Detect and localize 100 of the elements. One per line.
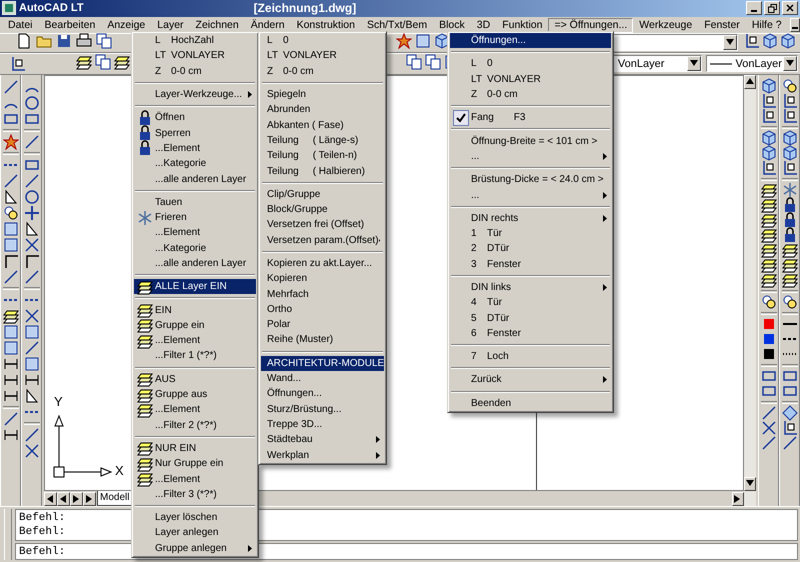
cube-icon[interactable]: [762, 33, 778, 50]
layers-icon[interactable]: [136, 317, 152, 334]
triangle-icon[interactable]: [24, 220, 40, 237]
menu-item[interactable]: Layer anlegen: [134, 525, 256, 541]
layers-icon[interactable]: [782, 257, 798, 274]
menu-item[interactable]: DIN rechts: [450, 210, 611, 226]
menu-item[interactable]: AUS: [134, 372, 256, 387]
document-icon[interactable]: [16, 33, 32, 50]
menu-item[interactable]: Öffnungen...: [261, 386, 384, 402]
axes-icon[interactable]: [760, 93, 776, 110]
printer-icon[interactable]: [76, 33, 92, 50]
circles-icon[interactable]: [782, 78, 798, 94]
triangle-icon[interactable]: [2, 188, 18, 205]
menu-item[interactable]: Fang F3: [450, 110, 611, 126]
menu-item[interactable]: Nur Gruppe ein: [134, 456, 256, 472]
cube-icon[interactable]: [782, 145, 798, 162]
menu-item[interactable]: 5 DTür: [450, 310, 611, 326]
layers-icon[interactable]: [136, 456, 152, 472]
layers-icon[interactable]: [760, 242, 776, 258]
menu-title[interactable]: Bearbeiten: [38, 18, 102, 33]
star-icon[interactable]: [2, 134, 18, 150]
menu-item[interactable]: Ortho: [261, 302, 384, 318]
copy-icon[interactable]: [96, 33, 112, 50]
axes-icon[interactable]: [744, 33, 760, 50]
menu-item[interactable]: Layer löschen: [134, 510, 256, 526]
line-icon[interactable]: [24, 134, 40, 150]
cube-icon[interactable]: [760, 130, 776, 146]
menu-item[interactable]: ...Element: [134, 225, 256, 241]
scroll-right-button[interactable]: [732, 492, 744, 506]
line-icon[interactable]: [782, 435, 798, 452]
menu-item[interactable]: Abkanten ( Fase): [261, 117, 384, 133]
menu-item[interactable]: Städtebau: [261, 432, 384, 448]
menu-item[interactable]: Versetzen frei (Offset): [261, 217, 384, 233]
square-icon[interactable]: [2, 236, 18, 253]
menu-item[interactable]: Teilung ( Teilen-n): [261, 148, 384, 164]
previous-tab-button[interactable]: [57, 492, 70, 506]
last-tab-button[interactable]: [83, 492, 96, 506]
menu-item[interactable]: Tauen: [134, 194, 256, 210]
menu-item[interactable]: ...Element: [134, 471, 256, 487]
layers-icon[interactable]: [136, 440, 152, 456]
menu-item[interactable]: Wand...: [261, 370, 384, 386]
menu-item[interactable]: ...alle anderen Layer: [134, 171, 256, 187]
layers-icon[interactable]: [136, 386, 152, 403]
cross-icon[interactable]: [760, 420, 776, 436]
square-icon[interactable]: [2, 220, 18, 237]
cross-icon[interactable]: [24, 442, 40, 459]
menu-item[interactable]: Gruppe aus: [134, 386, 256, 402]
menu-item[interactable]: Öffnen: [134, 110, 256, 126]
menu-item[interactable]: ...Filter 2 (*?*): [134, 418, 256, 433]
menu-item[interactable]: EIN: [134, 302, 256, 318]
menu-item[interactable]: Sperren: [134, 125, 256, 141]
layout-tab[interactable]: Modell: [97, 491, 132, 506]
menu-item[interactable]: Beenden: [450, 396, 611, 411]
diamond-icon[interactable]: [782, 405, 798, 422]
layers-icon[interactable]: [760, 272, 776, 288]
layers-icon[interactable]: [136, 402, 152, 418]
menu-title[interactable]: 3D: [470, 18, 496, 33]
menu-item[interactable]: ...alle anderen Layer: [134, 256, 256, 272]
square-icon[interactable]: [2, 340, 18, 356]
layers-icon[interactable]: [2, 308, 18, 324]
cube-icon[interactable]: [782, 130, 798, 146]
copy-icon[interactable]: [424, 54, 441, 70]
menu-item[interactable]: ...Element: [134, 333, 256, 348]
menu-title[interactable]: Datei: [2, 18, 39, 33]
next-tab-button[interactable]: [70, 492, 83, 506]
menu-item[interactable]: Abrunden: [261, 102, 384, 118]
menu-title[interactable]: Layer: [151, 18, 190, 33]
menu-item[interactable]: ALLE Layer EIN: [134, 279, 256, 294]
copy-icon[interactable]: [94, 54, 111, 70]
menu-item[interactable]: ...Kategorie: [134, 156, 256, 172]
layers-icon[interactable]: [782, 272, 798, 288]
menu-title[interactable]: Funktion: [496, 18, 548, 33]
layers-icon[interactable]: [760, 182, 776, 198]
star-icon[interactable]: [396, 33, 412, 50]
triangle-icon[interactable]: [24, 388, 40, 404]
menu-item[interactable]: ...Kategorie: [134, 240, 256, 256]
axes-icon[interactable]: [782, 93, 798, 110]
menu-item[interactable]: Gruppe anlegen: [134, 540, 256, 556]
grip-handle[interactable]: [4, 509, 12, 560]
menu-title[interactable]: Zeichnen: [190, 18, 245, 33]
layers-icon[interactable]: [136, 332, 152, 349]
menu-item[interactable]: 6 Fenster: [450, 326, 611, 342]
line-icon[interactable]: [24, 340, 40, 356]
menu-item[interactable]: Öffnung-Breite = < 101 cm >: [450, 133, 611, 149]
menu-item[interactable]: Reihe (Muster): [261, 332, 384, 348]
layers-icon[interactable]: [114, 54, 130, 70]
axes-icon[interactable]: [782, 160, 798, 176]
menu-item[interactable]: DIN links: [450, 280, 611, 296]
menu-item[interactable]: Öffnungen...: [450, 33, 611, 48]
line-icon[interactable]: [2, 268, 18, 285]
layers-icon[interactable]: [760, 212, 776, 228]
line-icon[interactable]: [760, 435, 776, 452]
menu-item[interactable]: ...Element: [134, 402, 256, 418]
axes-icon[interactable]: [782, 420, 798, 436]
layers-icon[interactable]: [760, 227, 776, 244]
close-button[interactable]: [782, 1, 798, 16]
square-icon[interactable]: [2, 324, 18, 340]
line-icon[interactable]: [24, 426, 40, 443]
menu-item[interactable]: Werkplan: [261, 447, 384, 463]
scroll-up-button[interactable]: [744, 74, 756, 89]
